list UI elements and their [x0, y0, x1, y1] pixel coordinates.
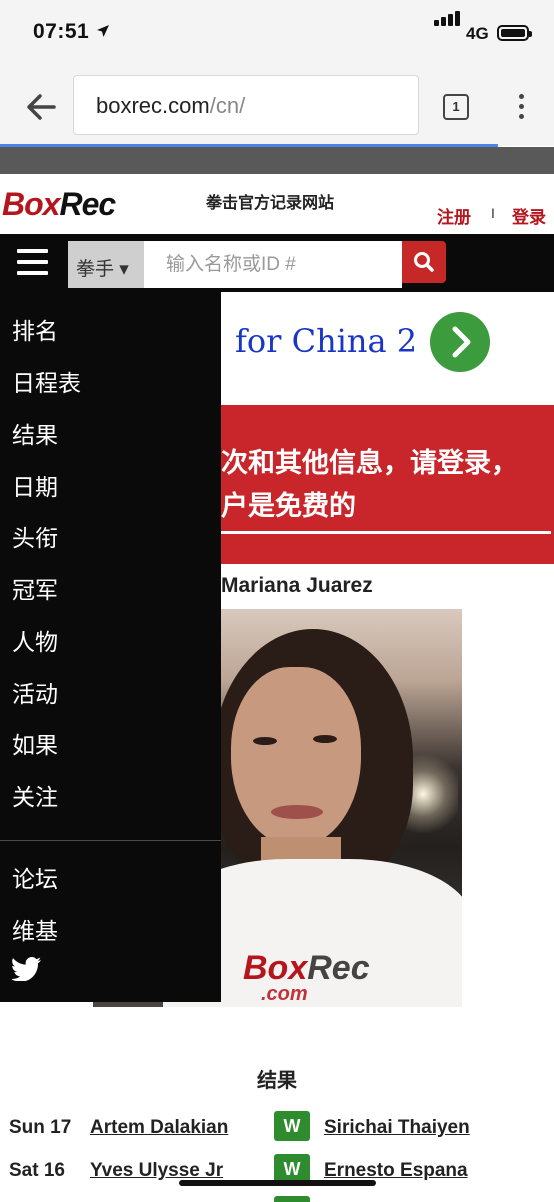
address-bar[interactable]: boxrec.com/cn/ — [73, 75, 419, 135]
register-link[interactable]: 注册 — [437, 203, 471, 228]
site-tagline: 拳击官方记录网站 — [206, 195, 335, 212]
chevron-right-icon[interactable] — [430, 312, 490, 372]
result-fighter-link[interactable]: Artem Dalakian — [90, 1117, 228, 1139]
logo-rec: Rec — [59, 186, 116, 222]
link-separator: I — [491, 205, 495, 221]
result-date: Sat 16 — [9, 1160, 65, 1181]
location-arrow-icon — [97, 25, 109, 37]
menu-item-champions[interactable]: 冠军 — [12, 571, 58, 605]
hamburger-menu-icon[interactable] — [17, 249, 48, 277]
notice-rule — [221, 531, 551, 534]
menu-item-what-if[interactable]: 如果 — [12, 726, 58, 760]
notice-line-1: 次和其他信息，请登录， — [221, 448, 518, 478]
search-category-select[interactable]: 拳手 ▾ — [68, 241, 144, 288]
search-button[interactable] — [402, 241, 446, 283]
back-arrow-icon[interactable] — [24, 92, 60, 122]
featured-boxer-name[interactable]: Mariana Juarez — [221, 574, 373, 598]
menu-item-schedule[interactable]: 日程表 — [12, 364, 81, 398]
browser-toolbar: boxrec.com/cn/ 1 — [0, 64, 554, 146]
twitter-icon[interactable] — [12, 957, 42, 981]
logo-box: Box — [2, 186, 60, 222]
result-row: Sun 17 Artem Dalakian W Sirichai Thaiyen — [0, 1111, 554, 1147]
home-indicator[interactable] — [179, 1180, 376, 1186]
url-path: /cn/ — [209, 93, 246, 118]
menu-item-rankings[interactable]: 排名 — [12, 312, 58, 346]
menu-item-events[interactable]: 活动 — [12, 675, 58, 709]
login-notice: 次和其他信息，请登录， 户是免费的 — [221, 405, 554, 564]
shirt-logo-sub: .com — [261, 983, 308, 1005]
side-menu: 排名 日程表 结果 日期 头衔 冠军 人物 活动 如果 关注 论坛 维基 — [0, 292, 221, 1002]
ad-strip — [0, 147, 554, 174]
menu-divider — [0, 840, 221, 841]
status-bar: 07:51 4G — [0, 0, 554, 64]
login-link[interactable]: 登录 — [512, 203, 546, 228]
tab-switcher-button[interactable]: 1 — [443, 94, 469, 120]
search-input[interactable] — [144, 241, 402, 288]
notice-line-2: 户是免费的 — [221, 491, 356, 521]
network-label: 4G — [466, 24, 489, 43]
results-heading: 结果 — [257, 1070, 297, 1092]
more-options-icon[interactable] — [517, 94, 525, 122]
result-fighter-link[interactable]: Yves Ulysse Jr — [90, 1160, 223, 1182]
menu-item-people[interactable]: 人物 — [12, 623, 58, 657]
url-host: boxrec.com — [96, 93, 210, 118]
nav-bar: 拳手 ▾ — [0, 234, 554, 292]
menu-item-forum[interactable]: 论坛 — [12, 860, 58, 894]
site-header: BoxRec 拳击官方记录网站 注册 I 登录 — [0, 174, 554, 234]
menu-item-titles[interactable]: 头衔 — [12, 519, 58, 553]
menu-item-results[interactable]: 结果 — [12, 416, 58, 450]
status-time: 07:51 — [33, 20, 90, 43]
result-opponent-link[interactable]: Ernesto Espana — [324, 1160, 468, 1182]
result-outcome-badge-partial — [274, 1196, 310, 1202]
search-category-value: 拳手 ▾ — [76, 259, 129, 280]
menu-item-follow[interactable]: 关注 — [12, 778, 58, 812]
promo-text: for China 2 — [235, 322, 418, 360]
result-outcome-badge: W — [274, 1111, 310, 1141]
result-opponent-link[interactable]: Sirichai Thaiyen — [324, 1117, 470, 1139]
battery-icon — [497, 25, 532, 41]
menu-item-dates[interactable]: 日期 — [12, 468, 58, 502]
search-icon — [414, 252, 434, 272]
promo-banner[interactable]: for China 2 — [221, 304, 511, 374]
result-date: Sun 17 — [9, 1117, 72, 1138]
boxrec-logo[interactable]: BoxRec — [2, 186, 116, 223]
menu-item-wiki[interactable]: 维基 — [12, 912, 58, 946]
